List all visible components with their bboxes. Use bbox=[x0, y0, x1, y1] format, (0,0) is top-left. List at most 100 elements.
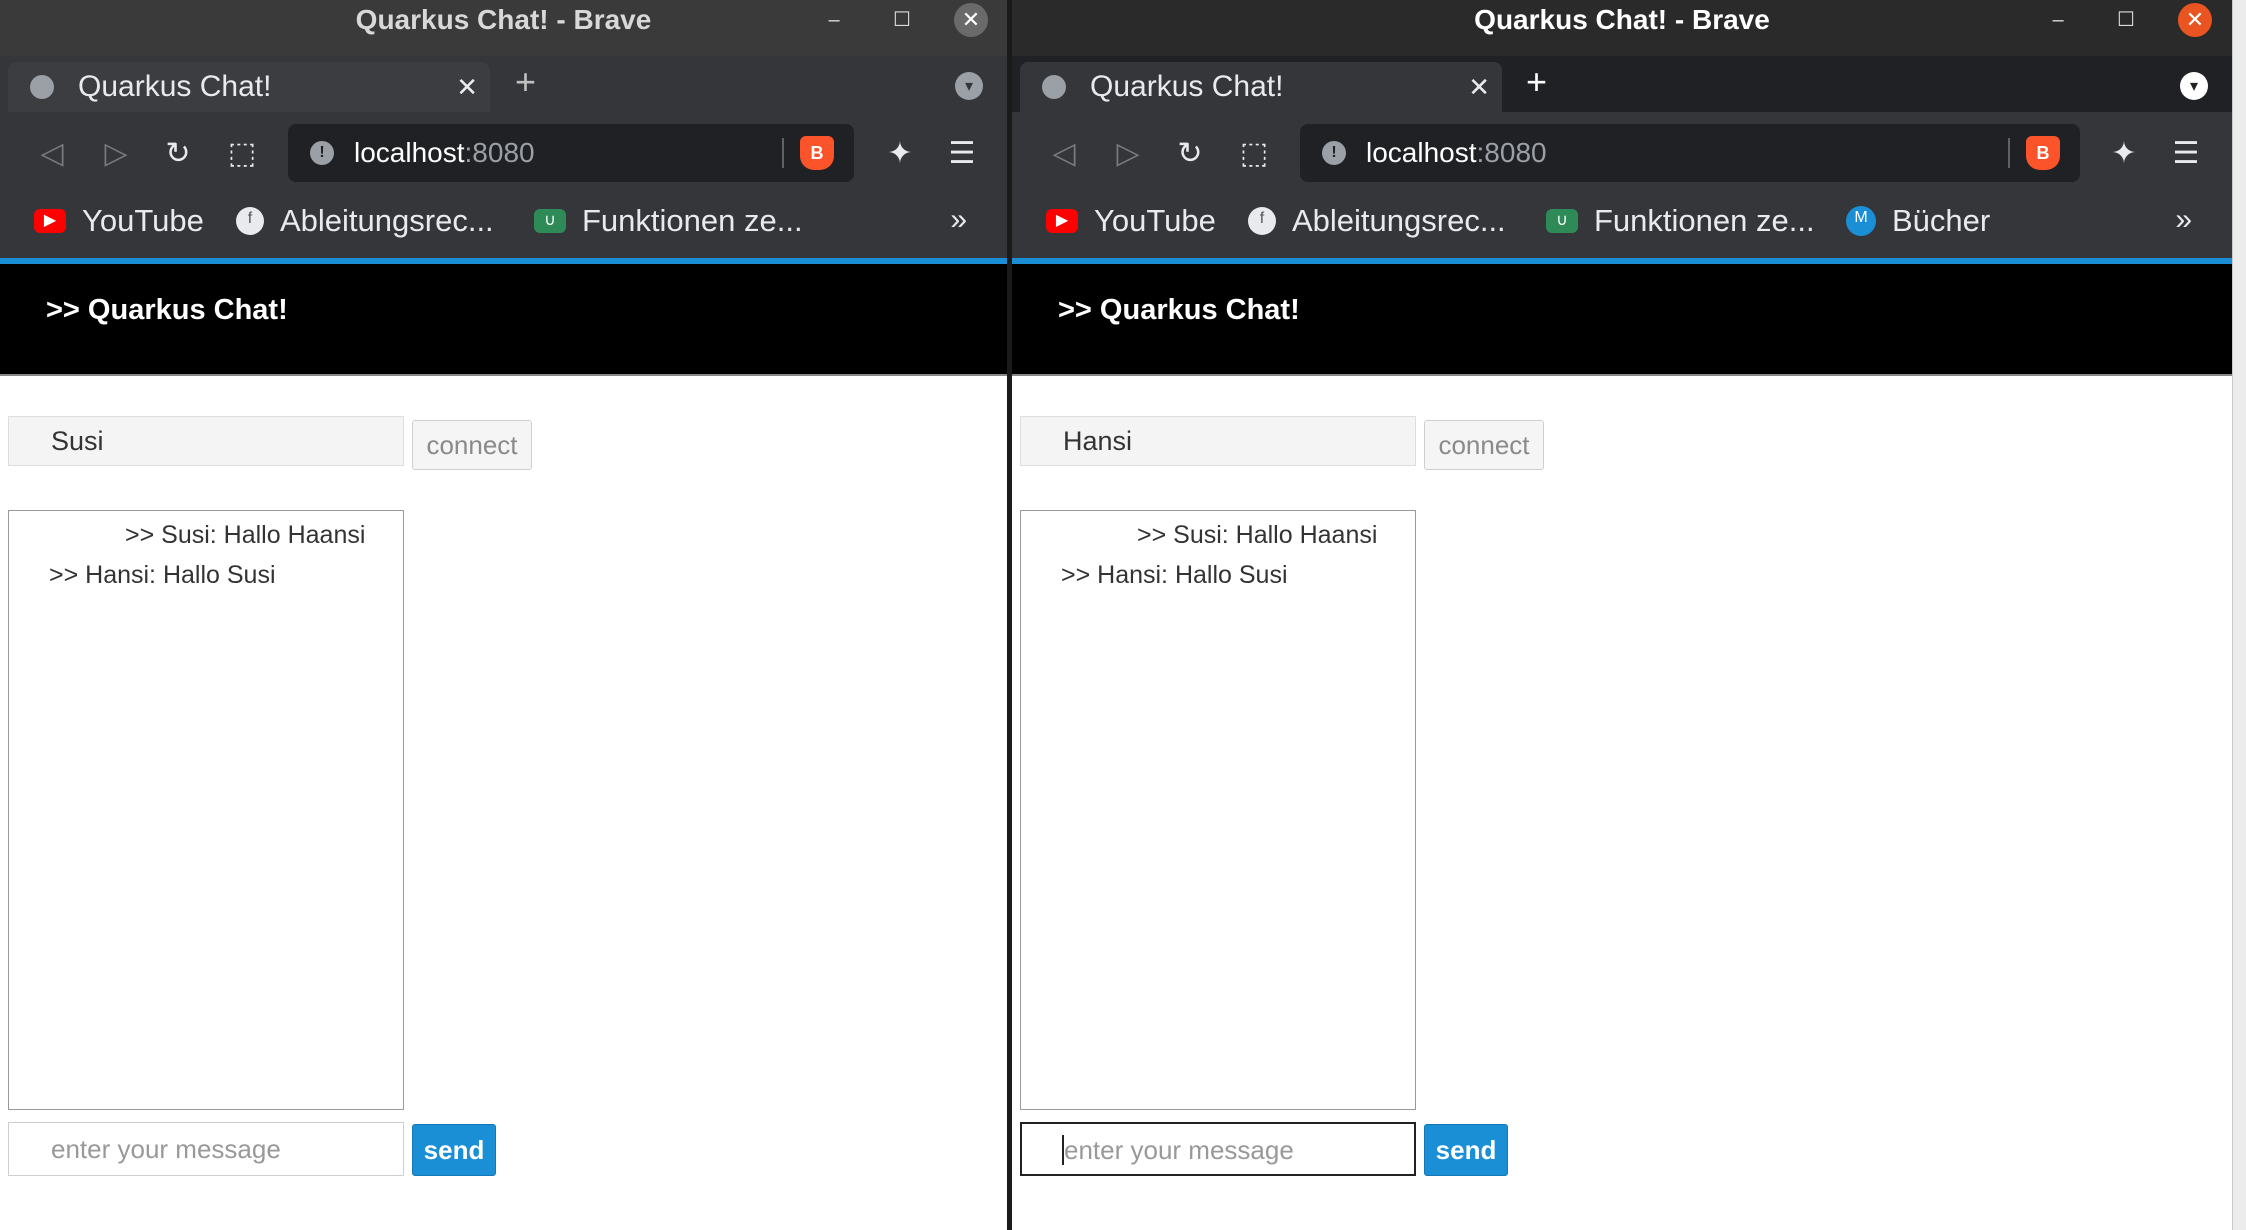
chat-messages[interactable]: >> Susi: Hallo Haansi >> Hansi: Hallo Su… bbox=[1020, 510, 1416, 1110]
connect-button[interactable]: connect bbox=[1424, 420, 1544, 470]
reload-icon[interactable]: ↻ bbox=[1170, 134, 1210, 174]
url-port: :8080 bbox=[1476, 137, 1547, 168]
background-window-edge bbox=[2232, 0, 2246, 1230]
window-titlebar[interactable]: Quarkus Chat! - Brave – ☐ ✕ bbox=[0, 0, 1007, 56]
youtube-icon: ▶ bbox=[1046, 208, 1078, 233]
send-button[interactable]: send bbox=[412, 1124, 496, 1176]
message-input[interactable]: enter your message bbox=[8, 1122, 404, 1176]
brave-shields-icon[interactable]: B bbox=[800, 136, 834, 170]
forward-icon[interactable]: ▷ bbox=[1108, 134, 1148, 174]
tab-title: Quarkus Chat! bbox=[1090, 70, 1284, 103]
address-bar[interactable]: ! localhost:8080 B bbox=[288, 124, 854, 182]
chat-page: Susi connect >> Susi: Hallo Haansi >> Ha… bbox=[0, 374, 1007, 1230]
extensions-icon[interactable]: ✦ bbox=[2104, 134, 2144, 174]
site-info-icon[interactable]: ! bbox=[310, 141, 334, 165]
site-info-icon[interactable]: ! bbox=[1322, 141, 1346, 165]
address-bar[interactable]: ! localhost:8080 B bbox=[1300, 124, 2080, 182]
tab-search-icon[interactable]: ▾ bbox=[2180, 72, 2208, 100]
bookmark-ableitungsrechner[interactable]: f Ableitungsrec... bbox=[1248, 194, 1506, 258]
bookmark-icon[interactable]: ⬚ bbox=[1234, 134, 1274, 174]
bookmarks-bar: ▶ YouTube f Ableitungsrec... ∪ Funktionen z… bbox=[1012, 194, 2232, 258]
bookmark-label: Ableitungsrec... bbox=[280, 203, 494, 238]
youtube-icon: ▶ bbox=[34, 208, 66, 233]
url-text[interactable]: localhost:8080 bbox=[1366, 124, 1547, 182]
tab-strip: Quarkus Chat! ✕ + ▾ bbox=[1012, 56, 2232, 112]
maximize-icon[interactable]: ☐ bbox=[888, 6, 916, 34]
bookmark-icon[interactable]: ⬚ bbox=[222, 134, 262, 174]
minimize-icon[interactable]: – bbox=[2044, 6, 2072, 34]
message-item: >> Hansi: Hallo Susi bbox=[1061, 561, 1288, 589]
menu-icon[interactable]: ☰ bbox=[2166, 134, 2206, 174]
minimize-icon[interactable]: – bbox=[820, 6, 848, 34]
message-placeholder: enter your message bbox=[1064, 1135, 1294, 1165]
back-icon[interactable]: ◁ bbox=[1044, 134, 1084, 174]
tab-quarkus-chat[interactable]: Quarkus Chat! ✕ bbox=[8, 62, 490, 112]
browser-toolbar: ◁ ▷ ↻ ⬚ ! localhost:8080 B ✦ ☰ bbox=[1012, 112, 2232, 194]
maximize-icon[interactable]: ☐ bbox=[2112, 6, 2140, 34]
close-window-icon[interactable]: ✕ bbox=[2178, 3, 2212, 37]
books-icon: M bbox=[1846, 205, 1876, 236]
fx-icon: f bbox=[236, 206, 264, 235]
text-caret bbox=[1062, 1135, 1064, 1165]
bookmark-ableitungsrechner[interactable]: f Ableitungsrec... bbox=[236, 194, 494, 258]
bookmark-youtube[interactable]: ▶ YouTube bbox=[34, 194, 204, 258]
send-button[interactable]: send bbox=[1424, 1124, 1508, 1176]
bookmark-funktionen[interactable]: ∪ Funktionen ze... bbox=[534, 194, 803, 258]
name-input[interactable]: Susi bbox=[8, 416, 404, 466]
divider bbox=[782, 138, 784, 168]
bookmark-label: Bücher bbox=[1892, 203, 1991, 238]
brave-shields-icon[interactable]: B bbox=[2026, 136, 2060, 170]
back-icon[interactable]: ◁ bbox=[32, 134, 72, 174]
browser-window-hansi: Quarkus Chat! - Brave – ☐ ✕ Quarkus Chat… bbox=[1012, 0, 2232, 1230]
bookmark-funktionen[interactable]: ∪ Funktionen ze... bbox=[1546, 194, 1815, 258]
connect-button[interactable]: connect bbox=[412, 420, 532, 470]
message-item: >> Susi: Hallo Haansi bbox=[1137, 521, 1378, 549]
tab-strip: Quarkus Chat! ✕ + ▾ bbox=[0, 56, 1007, 112]
bookmark-label: Funktionen ze... bbox=[1594, 203, 1815, 238]
tab-close-icon[interactable]: ✕ bbox=[456, 62, 478, 112]
window-titlebar[interactable]: Quarkus Chat! - Brave – ☐ ✕ bbox=[1012, 0, 2232, 56]
bookmark-youtube[interactable]: ▶ YouTube bbox=[1046, 194, 1216, 258]
app-brand: >> Quarkus Chat! bbox=[1058, 294, 1300, 326]
app-header: >> Quarkus Chat! bbox=[0, 264, 1007, 374]
bookmarks-bar: ▶ YouTube f Ableitungsrec... ∪ Funktionen z… bbox=[0, 194, 1007, 258]
bookmark-label: YouTube bbox=[82, 203, 204, 238]
reload-icon[interactable]: ↻ bbox=[158, 134, 198, 174]
globe-icon bbox=[1042, 75, 1066, 99]
url-host: localhost bbox=[354, 137, 465, 168]
menu-icon[interactable]: ☰ bbox=[942, 134, 982, 174]
bookmark-label: Ableitungsrec... bbox=[1292, 203, 1506, 238]
forward-icon[interactable]: ▷ bbox=[96, 134, 136, 174]
tab-search-icon[interactable]: ▾ bbox=[955, 72, 983, 100]
new-tab-icon[interactable]: + bbox=[515, 62, 536, 102]
url-text[interactable]: localhost:8080 bbox=[354, 124, 535, 182]
more-bookmarks-icon[interactable]: » bbox=[950, 200, 967, 240]
message-item: >> Susi: Hallo Haansi bbox=[125, 521, 366, 549]
browser-window-susi: Quarkus Chat! - Brave – ☐ ✕ Quarkus Chat… bbox=[0, 0, 1007, 1230]
new-tab-icon[interactable]: + bbox=[1526, 62, 1547, 102]
bookmark-label: Funktionen ze... bbox=[582, 203, 803, 238]
tab-close-icon[interactable]: ✕ bbox=[1468, 62, 1490, 112]
extensions-icon[interactable]: ✦ bbox=[880, 134, 920, 174]
app-header: >> Quarkus Chat! bbox=[1012, 264, 2232, 374]
chat-messages[interactable]: >> Susi: Hallo Haansi >> Hansi: Hallo Su… bbox=[8, 510, 404, 1110]
message-input[interactable]: enter your message bbox=[1020, 1122, 1416, 1176]
name-input[interactable]: Hansi bbox=[1020, 416, 1416, 466]
more-bookmarks-icon[interactable]: » bbox=[2175, 200, 2192, 240]
app-brand: >> Quarkus Chat! bbox=[46, 294, 288, 326]
function-plot-icon: ∪ bbox=[534, 208, 566, 233]
bookmark-label: YouTube bbox=[1094, 203, 1216, 238]
fx-icon: f bbox=[1248, 206, 1276, 235]
function-plot-icon: ∪ bbox=[1546, 208, 1578, 233]
globe-icon bbox=[30, 75, 54, 99]
divider bbox=[2008, 138, 2010, 168]
url-port: :8080 bbox=[464, 137, 535, 168]
close-window-icon[interactable]: ✕ bbox=[954, 3, 988, 37]
window-title: Quarkus Chat! - Brave bbox=[355, 4, 652, 35]
url-host: localhost bbox=[1366, 137, 1477, 168]
tab-title: Quarkus Chat! bbox=[78, 70, 272, 103]
bookmark-buecher[interactable]: M Bücher bbox=[1846, 194, 1990, 258]
browser-toolbar: ◁ ▷ ↻ ⬚ ! localhost:8080 B ✦ ☰ bbox=[0, 112, 1007, 194]
tab-quarkus-chat[interactable]: Quarkus Chat! ✕ bbox=[1020, 62, 1502, 112]
chat-page: Hansi connect >> Susi: Hallo Haansi >> H… bbox=[1012, 374, 2232, 1230]
